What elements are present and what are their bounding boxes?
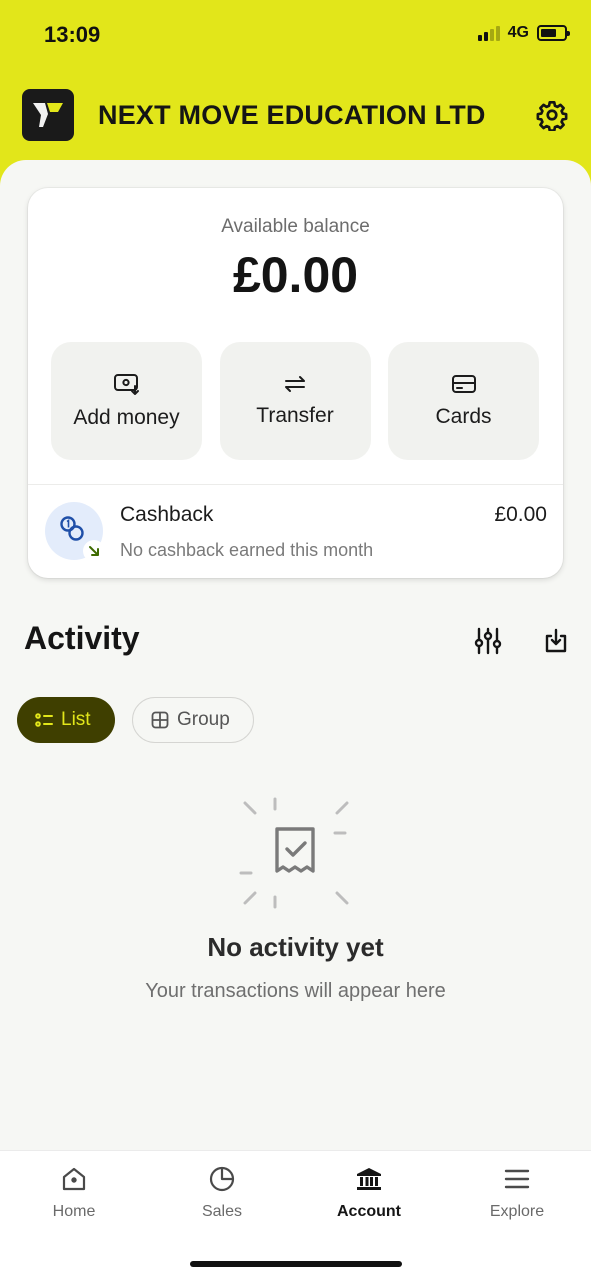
sliders-icon — [474, 627, 502, 655]
transfer-button[interactable]: Transfer — [219, 342, 371, 460]
gear-icon — [536, 101, 568, 131]
company-name[interactable]: NEXT MOVE EDUCATION LTD — [98, 100, 486, 131]
balance-card: Available balance £0.00 Add money Transf… — [28, 188, 563, 578]
transfer-arrows-icon — [285, 376, 305, 392]
card-icon — [451, 375, 476, 393]
empty-state-title: No activity yet — [207, 932, 384, 962]
settings-button[interactable] — [532, 95, 572, 135]
download-icon — [545, 628, 567, 653]
list-toggle-label: List — [61, 709, 91, 730]
balance-amount: £0.00 — [232, 247, 359, 303]
list-view-toggle[interactable]: List — [17, 697, 115, 743]
status-indicators: 4G — [477, 24, 570, 42]
transfer-label: Transfer — [256, 404, 334, 427]
nav-label-sales: Sales — [201, 1203, 243, 1220]
signal-icon — [477, 25, 500, 41]
company-logo-icon[interactable] — [22, 89, 74, 141]
bank-icon — [357, 1168, 381, 1190]
app-header: NEXT MOVE EDUCATION LTD — [22, 88, 572, 142]
card-divider — [28, 484, 563, 485]
cards-button[interactable]: Cards — [388, 342, 539, 460]
menu-icon — [504, 1169, 530, 1189]
battery-icon — [537, 25, 570, 41]
balance-label: Available balance — [221, 216, 370, 237]
nav-label-account: Account — [337, 1203, 401, 1220]
status-time: 13:09 — [44, 22, 101, 47]
cashback-amount: £0.00 — [494, 503, 547, 526]
group-toggle-label: Group — [177, 709, 230, 730]
empty-state-subtitle: Your transactions will appear here — [145, 980, 446, 1002]
arrow-down-right-icon — [83, 540, 105, 562]
add-money-label: Add money — [73, 406, 180, 429]
nav-label-explore: Explore — [489, 1203, 545, 1220]
pie-chart-icon — [209, 1166, 235, 1192]
home-indicator[interactable] — [190, 1261, 402, 1267]
cashback-subtitle: No cashback earned this month — [120, 540, 374, 560]
grid-icon — [151, 711, 169, 729]
nav-item-explore[interactable]: Explore — [457, 1165, 577, 1227]
nav-item-home[interactable]: Home — [14, 1165, 134, 1227]
cards-label: Cards — [435, 405, 492, 428]
cashback-row[interactable]: Cashback No cashback earned this month £… — [45, 502, 547, 562]
cashback-title: Cashback — [120, 503, 214, 526]
filter-button[interactable] — [470, 624, 506, 658]
home-icon — [62, 1167, 86, 1191]
network-label: 4G — [507, 24, 529, 41]
add-money-button[interactable]: Add money — [51, 342, 202, 460]
activity-title: Activity — [24, 620, 140, 656]
status-bar: 13:09 4G — [0, 0, 591, 70]
quick-actions: Add money Transfer Cards — [51, 342, 539, 460]
group-view-toggle[interactable]: Group — [132, 697, 254, 743]
list-icon — [35, 713, 53, 727]
empty-receipt-icon — [237, 795, 353, 911]
export-button[interactable] — [538, 624, 574, 658]
nav-label-home: Home — [52, 1203, 96, 1220]
cashback-icon — [45, 502, 105, 562]
nav-item-account[interactable]: Account — [309, 1165, 429, 1227]
add-money-icon — [113, 374, 139, 395]
nav-item-sales[interactable]: Sales — [162, 1165, 282, 1227]
